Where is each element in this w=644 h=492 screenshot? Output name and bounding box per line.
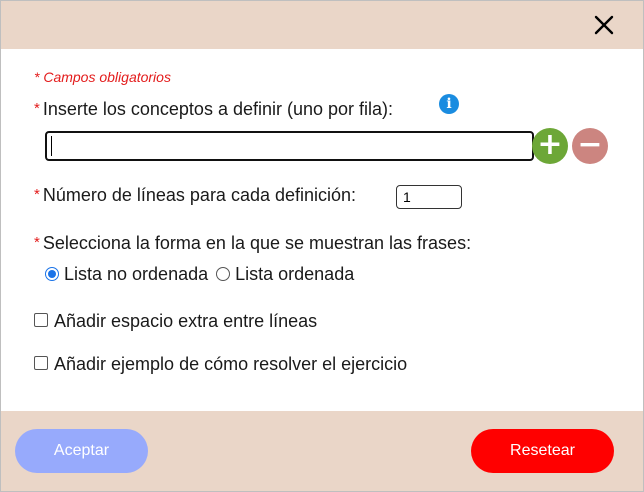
radio-ordered-list[interactable]: Lista ordenada [216,264,354,284]
info-glyph: i [446,96,452,112]
dialog-footer: Aceptar Resetear [1,411,643,491]
required-mark: * [34,186,40,203]
required-mark: * [34,234,40,251]
display-label-row: * Selecciona la forma en la que se muestr… [34,233,471,254]
example-label: Añadir ejemplo de cómo resolver el ejerc… [54,354,408,374]
display-radio-group: Lista no ordenada Lista ordenada [45,264,354,285]
radio-unordered-list[interactable]: Lista no ordenada [45,264,208,284]
radio-unordered-label: Lista no ordenada [64,264,209,284]
lines-label-row: * Número de líneas para cada definición: [34,185,356,206]
concepts-label-row: * Inserte los conceptos a definir (uno po… [34,99,393,120]
radio-button[interactable] [216,267,231,281]
lines-per-definition-input[interactable] [396,185,462,209]
extra-space-checkbox[interactable] [34,313,48,327]
extra-space-label: Añadir espacio extra entre líneas [54,311,318,331]
example-option[interactable]: Añadir ejemplo de cómo resolver el ejerc… [34,354,407,375]
display-label: Selecciona la forma en la que se muestra… [42,233,472,253]
extra-space-option[interactable]: Añadir espacio extra entre líneas [34,311,317,332]
close-button[interactable] [591,12,617,38]
radio-ordered-label: Lista ordenada [235,264,355,284]
close-x-icon [594,15,614,35]
required-mark: * [34,100,40,117]
text-caret [51,136,52,156]
info-icon[interactable]: i [439,94,459,114]
add-concept-button[interactable]: + [532,128,568,164]
remove-concept-button[interactable]: − [572,128,608,164]
reset-button[interactable]: Resetear [471,429,614,473]
dialog-header [1,1,643,49]
lines-label: Número de líneas para cada definición: [42,185,357,205]
concept-input[interactable] [45,131,534,161]
minus-icon: − [577,127,603,162]
dialog-body: * Campos obligatorios * Inserte los conce… [1,49,643,411]
radio-button-checked[interactable] [45,267,59,281]
example-checkbox[interactable] [34,356,48,370]
concepts-label: Inserte los conceptos a definir (uno por… [42,99,394,119]
dialog: * Campos obligatorios * Inserte los conce… [0,0,644,492]
accept-button[interactable]: Aceptar [15,429,148,473]
required-fields-note: * Campos obligatorios [34,69,171,85]
plus-icon: + [537,127,563,162]
